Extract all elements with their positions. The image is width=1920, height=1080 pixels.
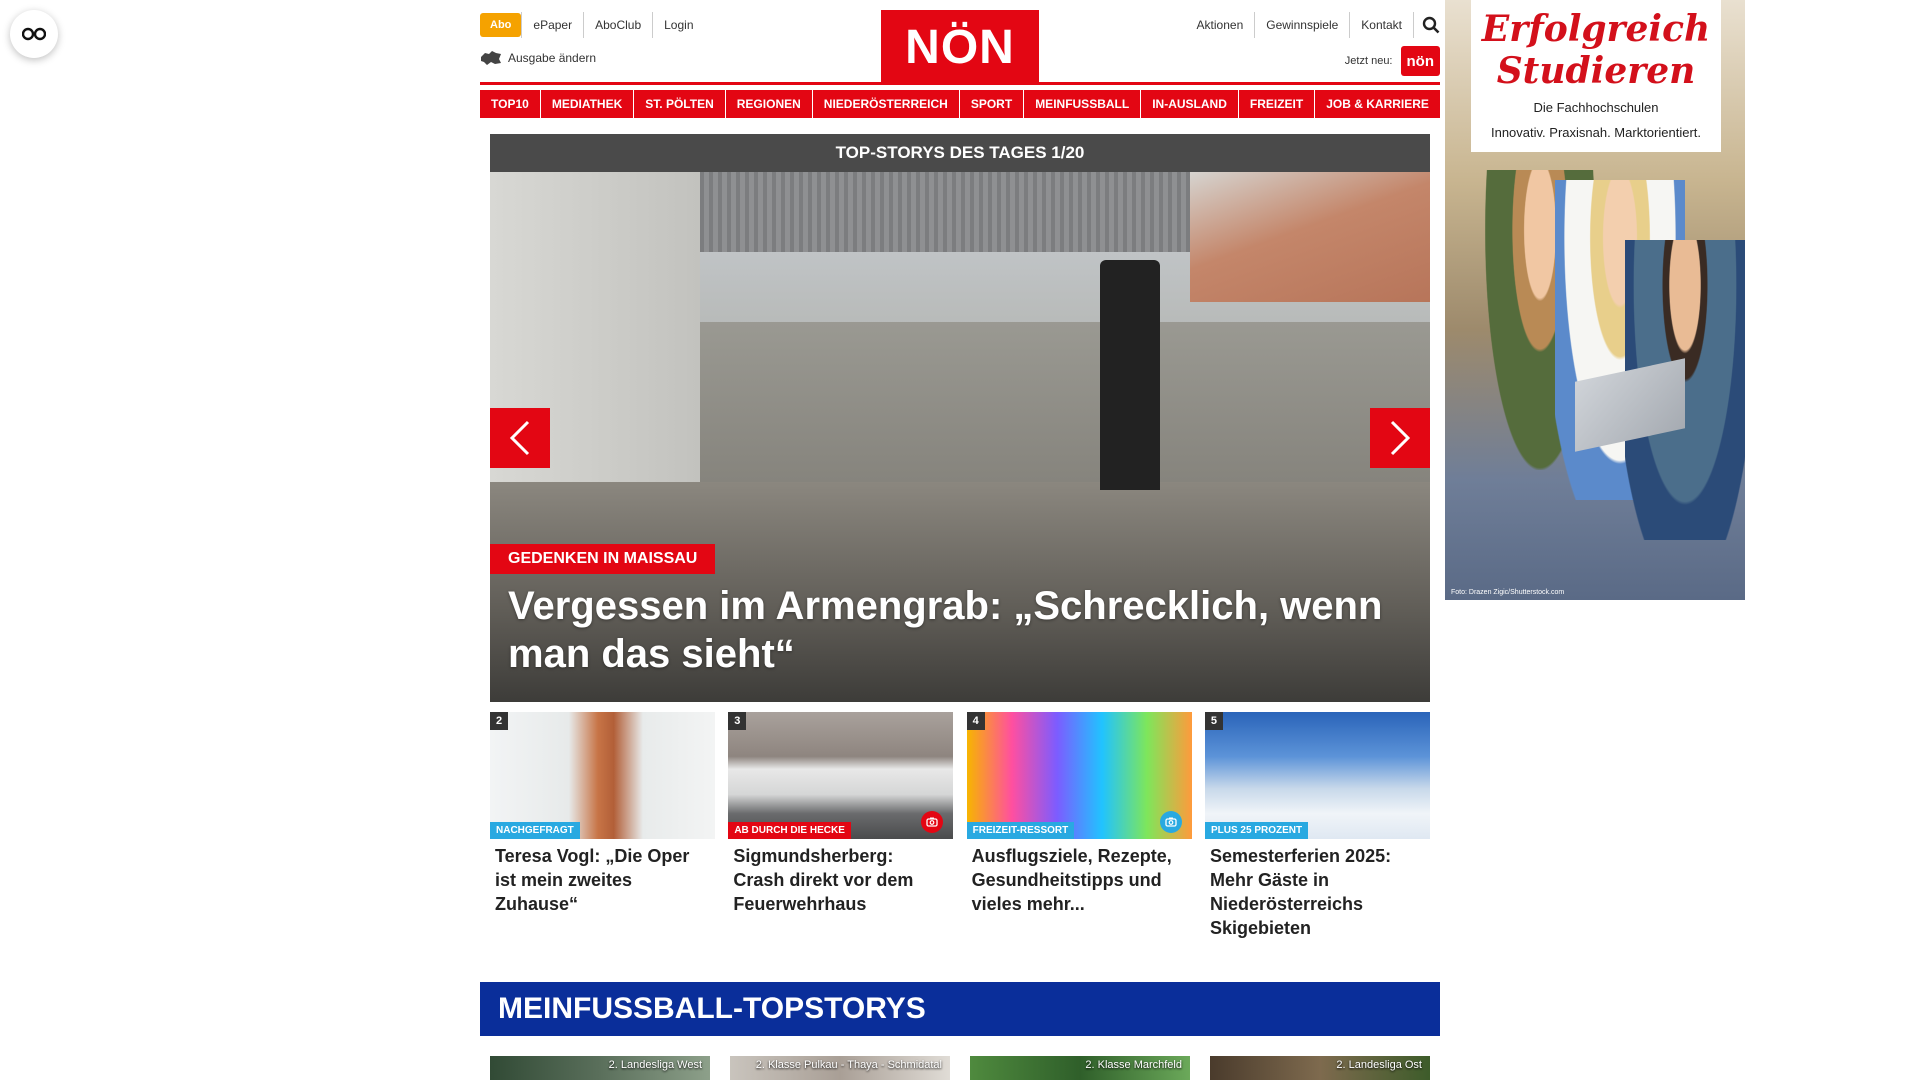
league-label: 2. Klasse Pulkau - Thaya - Schmidatal xyxy=(755,1059,942,1071)
card-kicker: NACHGEFRAGT xyxy=(490,822,580,839)
league-label: 2. Klasse Marchfeld xyxy=(1085,1059,1182,1071)
search-icon[interactable] xyxy=(1422,16,1440,34)
kontakt-link[interactable]: Kontakt xyxy=(1350,12,1414,38)
ad-subtitle-line1: Die Fachhochschulen xyxy=(1533,100,1659,115)
ad-textbox: Erfolgreich Studieren Die Fachhochschule… xyxy=(1471,0,1721,152)
card-title[interactable]: Semesterferien 2025: Mehr Gäste in Niede… xyxy=(1205,839,1430,940)
ad-subtitle-line2: Innovativ. Praxisnah. Marktorientiert. xyxy=(1490,125,1701,140)
hero-image-roof xyxy=(700,172,1200,252)
league-label: 2. Landesliga West xyxy=(608,1059,702,1071)
story-cards: 2 NACHGEFRAGT Teresa Vogl: „Die Oper ist… xyxy=(490,712,1430,940)
story-card[interactable]: 5 PLUS 25 PROZENT Semesterferien 2025: M… xyxy=(1204,712,1430,940)
card-title[interactable]: Sigmundsherberg: Crash direkt vor dem Fe… xyxy=(728,839,953,916)
ad-title-line1: Erfolgreich xyxy=(1481,8,1711,50)
nav-item-in-ausland[interactable]: IN-AUSLAND xyxy=(1141,90,1238,118)
card-kicker: FREIZEIT-RESSORT xyxy=(966,822,1075,839)
site-header: Abo ePaper AboClub Login Ausgabe ändern … xyxy=(480,0,1440,85)
hero-story[interactable]: GEDENKEN IN MAISSAU Vergessen im Armengr… xyxy=(490,172,1430,702)
top-nav-left: Abo ePaper AboClub Login xyxy=(480,12,705,38)
glasses-icon xyxy=(22,27,46,41)
nav-item-freizeit[interactable]: FREIZEIT xyxy=(1238,90,1315,118)
nav-item-job-karriere[interactable]: JOB & KARRIERE xyxy=(1315,90,1440,118)
page-wrapper: Abo ePaper AboClub Login Ausgabe ändern … xyxy=(480,0,1440,1080)
epaper-link[interactable]: ePaper xyxy=(521,12,583,38)
league-label: 2. Landesliga Ost xyxy=(1336,1059,1422,1071)
card-kicker: PLUS 25 PROZENT xyxy=(1204,822,1309,839)
nav-item-regionen[interactable]: REGIONEN xyxy=(725,90,812,118)
camera-icon xyxy=(1159,811,1182,833)
jetzt-neu-label: Jetzt neu: xyxy=(1344,55,1393,67)
advertisement-banner[interactable]: Erfolgreich Studieren Die Fachhochschule… xyxy=(1445,0,1745,600)
ad-photo-credit: Foto: Drazen Zigic/Shutterstock.com xyxy=(1451,589,1565,596)
meinfussball-card[interactable]: 2. Klasse Marchfeld xyxy=(970,1056,1190,1080)
card-image: 3 AB DURCH DIE HECKE xyxy=(728,712,954,839)
map-austria-icon xyxy=(481,51,501,65)
card-rank: 2 xyxy=(490,712,508,730)
meinfussball-header[interactable]: MEINFUSSBALL-TOPSTORYS xyxy=(480,982,1440,1036)
top-nav-right: Aktionen Gewinnspiele Kontakt xyxy=(1186,12,1440,38)
app-badge: nön xyxy=(1400,46,1440,76)
nav-item-top10[interactable]: TOP10 xyxy=(480,90,540,118)
hero-image-roof-right xyxy=(1190,172,1430,302)
edition-label: Ausgabe ändern xyxy=(508,51,597,65)
hero-title[interactable]: Vergessen im Armengrab: „Schrecklich, we… xyxy=(508,582,1388,678)
carousel-prev-button[interactable] xyxy=(490,408,550,468)
aboclub-link[interactable]: AboClub xyxy=(583,12,652,38)
card-image: 5 PLUS 25 PROZENT xyxy=(1204,712,1430,839)
card-title[interactable]: Ausflugsziele, Rezepte, Gesundheitstipps… xyxy=(967,839,1192,916)
main-nav: TOP10 MEDIATHEK ST. PÖLTEN REGIONEN NIED… xyxy=(480,90,1440,118)
card-rank: 3 xyxy=(728,712,747,730)
nav-item-niederoesterreich[interactable]: NIEDERÖSTERREICH xyxy=(812,90,959,118)
hero-kicker: GEDENKEN IN MAISSAU xyxy=(490,544,716,574)
card-rank: 5 xyxy=(1204,712,1223,730)
noen-logo[interactable]: NÖN xyxy=(881,10,1039,84)
abo-button[interactable]: Abo xyxy=(480,13,522,37)
nav-item-st-poelten[interactable]: ST. PÖLTEN xyxy=(634,90,725,118)
aktionen-link[interactable]: Aktionen xyxy=(1186,12,1256,38)
header-divider xyxy=(480,82,1440,85)
jetzt-neu[interactable]: Jetzt neu: nön xyxy=(1345,46,1440,76)
top-stories-header: TOP-STORYS DES TAGES 1/20 xyxy=(490,134,1430,172)
nav-item-meinfussball[interactable]: MEINFUSSBALL xyxy=(1024,90,1141,118)
chevron-left-icon xyxy=(509,420,530,456)
meinfussball-cards: 2. Landesliga West 2. Klasse Pulkau - Th… xyxy=(490,1056,1430,1080)
edition-selector[interactable]: Ausgabe ändern xyxy=(480,50,596,66)
story-card[interactable]: 4 FREIZEIT-RESSORT Ausflugsziele, Rezept… xyxy=(966,712,1192,940)
card-image: 4 FREIZEIT-RESSORT xyxy=(966,712,1192,839)
card-rank: 4 xyxy=(966,712,985,730)
meinfussball-card[interactable]: 2. Klasse Pulkau - Thaya - Schmidatal xyxy=(730,1056,950,1080)
nav-item-sport[interactable]: SPORT xyxy=(959,90,1024,118)
meinfussball-card[interactable]: 2. Landesliga West xyxy=(490,1056,710,1080)
card-image: 2 NACHGEFRAGT xyxy=(490,712,715,839)
hero-image-graveyard-wall xyxy=(700,322,1430,482)
card-kicker: AB DURCH DIE HECKE xyxy=(728,822,851,839)
card-title[interactable]: Teresa Vogl: „Die Oper ist mein zweites … xyxy=(490,839,715,916)
story-card[interactable]: 2 NACHGEFRAGT Teresa Vogl: „Die Oper ist… xyxy=(490,712,715,940)
ad-title-line2: Studieren xyxy=(1496,50,1696,92)
story-card[interactable]: 3 AB DURCH DIE HECKE Sigmundsherberg: Cr… xyxy=(728,712,954,940)
top-stories: TOP-STORYS DES TAGES 1/20 GEDENKEN IN MA… xyxy=(490,134,1430,940)
carousel-next-button[interactable] xyxy=(1370,408,1430,468)
gewinnspiele-link[interactable]: Gewinnspiele xyxy=(1255,12,1351,38)
nav-item-mediathek[interactable]: MEDIATHEK xyxy=(540,90,634,118)
camera-icon xyxy=(921,811,944,833)
chevron-right-icon xyxy=(1390,420,1411,456)
login-link[interactable]: Login xyxy=(652,12,704,38)
accessibility-button[interactable] xyxy=(10,10,58,58)
hero-image-gravestone xyxy=(1100,260,1160,490)
meinfussball-card[interactable]: 2. Landesliga Ost xyxy=(1210,1056,1430,1080)
